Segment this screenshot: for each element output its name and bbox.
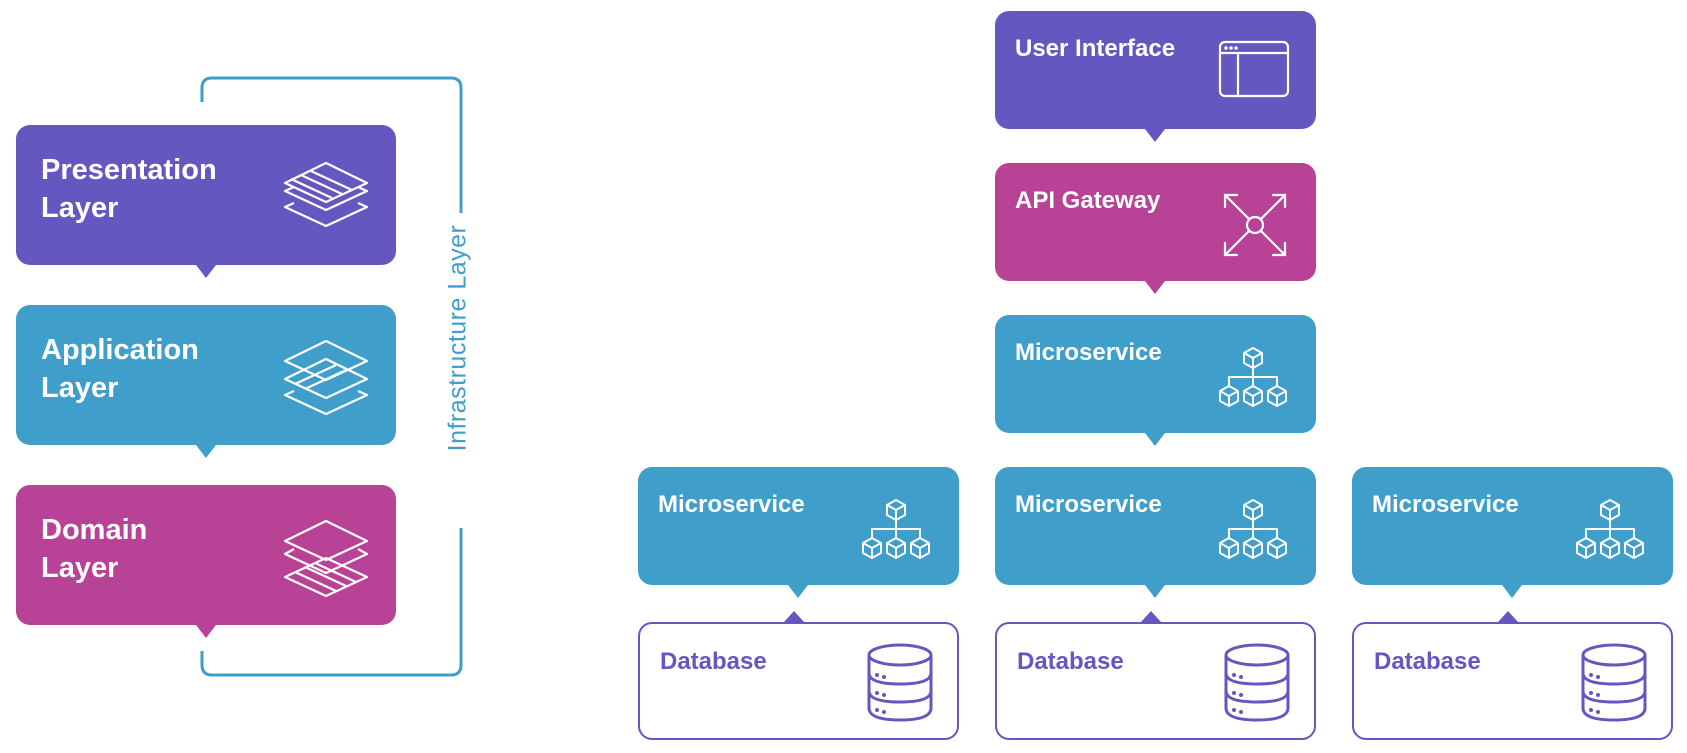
database-icon xyxy=(1224,643,1290,722)
database-label: Database xyxy=(660,648,767,675)
connector-arrow xyxy=(788,585,808,598)
layers-icon xyxy=(283,339,369,416)
connector-arrow xyxy=(1145,585,1165,598)
database-box-3: Database xyxy=(1352,622,1673,740)
cube-hierarchy-icon xyxy=(862,499,930,559)
connector-arrow xyxy=(1502,585,1522,598)
microservice-label: Microservice xyxy=(658,491,805,518)
presentation-layer-label: Presentation Layer xyxy=(41,151,217,227)
connector-arrow xyxy=(1145,433,1165,446)
label-line: Domain xyxy=(41,514,148,546)
browser-window-icon xyxy=(1218,40,1290,98)
database-box-2: Database xyxy=(995,622,1316,740)
label-line: Application xyxy=(41,334,199,366)
application-layer-label: Application Layer xyxy=(41,331,199,407)
connector-arrow xyxy=(196,625,216,638)
api-gateway-label: API Gateway xyxy=(1015,187,1161,214)
microservice-box-1: Microservice xyxy=(638,467,959,598)
microservice-box-3: Microservice xyxy=(1352,467,1673,598)
microservice-label: Microservice xyxy=(1372,491,1519,518)
domain-layer-label: Domain Layer xyxy=(41,511,147,587)
label-line: Presentation xyxy=(41,154,217,186)
database-label: Database xyxy=(1374,648,1481,675)
label-line: Layer xyxy=(41,192,119,224)
microservice-label: Microservice xyxy=(1015,491,1162,518)
presentation-layer-box: Presentation Layer xyxy=(16,125,396,278)
cube-hierarchy-icon xyxy=(1219,347,1287,407)
connector-arrow-up xyxy=(784,611,804,622)
api-gateway-box: API Gateway xyxy=(995,163,1316,294)
layers-icon xyxy=(283,161,369,228)
connector-arrow xyxy=(1145,281,1165,294)
connector-arrow-up xyxy=(1498,611,1518,622)
database-label: Database xyxy=(1017,648,1124,675)
domain-layer-box: Domain Layer xyxy=(16,485,396,638)
label-line: Layer xyxy=(41,372,119,404)
layers-icon xyxy=(283,519,369,598)
microservice-box-2: Microservice xyxy=(995,467,1316,598)
connector-arrow xyxy=(196,265,216,278)
database-icon xyxy=(867,643,933,722)
application-layer-box: Application Layer xyxy=(16,305,396,458)
database-box-1: Database xyxy=(638,622,959,740)
expand-arrows-hub-icon xyxy=(1223,193,1287,257)
cube-hierarchy-icon xyxy=(1219,499,1287,559)
connector-arrow-up xyxy=(1141,611,1161,622)
user-interface-box: User Interface xyxy=(995,11,1316,142)
label-line: Layer xyxy=(41,552,119,584)
database-icon xyxy=(1581,643,1647,722)
connector-arrow xyxy=(1145,129,1165,142)
user-interface-label: User Interface xyxy=(1015,35,1176,62)
central-microservice-box: Microservice xyxy=(995,315,1316,446)
cube-hierarchy-icon xyxy=(1576,499,1644,559)
connector-arrow xyxy=(196,445,216,458)
infrastructure-layer-label: Infrastructure Layer xyxy=(443,224,472,452)
microservice-label: Microservice xyxy=(1015,339,1162,366)
